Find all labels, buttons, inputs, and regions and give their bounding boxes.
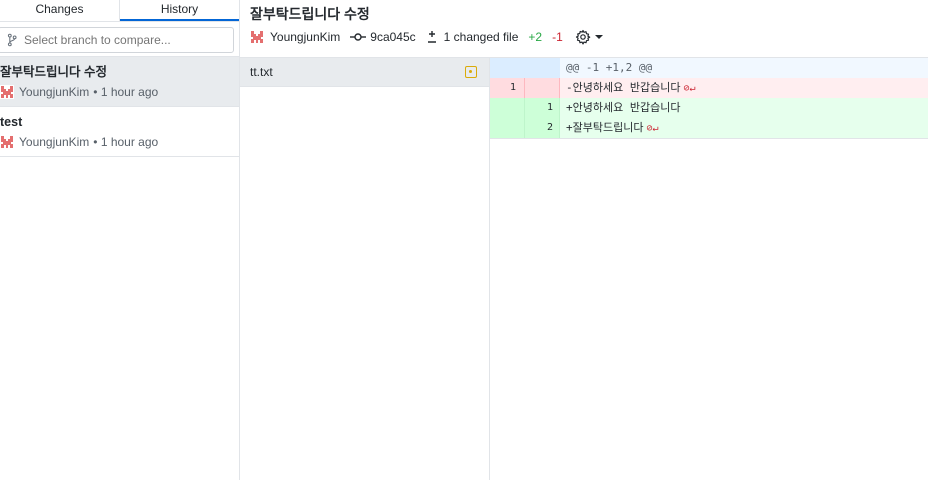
commit-icon xyxy=(350,33,367,41)
no-newline-icon: ⊘↵ xyxy=(683,83,696,94)
diff-view: @@ -1 +1,2 @@ 1 -안녕하세요 반갑습니다 ⊘↵ 1 +안녕하세요 … xyxy=(490,58,928,480)
chevron-down-icon xyxy=(594,35,603,39)
commit-summary: test xyxy=(0,115,23,129)
compare-branch-box[interactable] xyxy=(0,27,234,53)
commit-sha[interactable]: 9ca045c xyxy=(370,30,415,44)
commit-title: 잘부탁드립니다 수정 xyxy=(250,6,370,22)
app-window: Changes History 잘부탁드립니다 수정 xyxy=(0,0,928,480)
file-modified-icon xyxy=(465,66,477,78)
diff-line-added[interactable]: 2 +잘부탁드립니다 ⊘↵ xyxy=(490,118,928,138)
old-line-number xyxy=(490,58,525,78)
gear-icon xyxy=(575,29,591,45)
commit-list-item[interactable]: test YoungjunKim • 1 hour ago xyxy=(0,107,239,157)
new-line-number: 1 xyxy=(525,98,560,118)
new-line-number xyxy=(525,78,560,98)
diff-hunk-header: @@ -1 +1,2 @@ xyxy=(490,58,928,78)
commit-summary: 잘부탁드립니다 수정 xyxy=(0,65,107,79)
deletions-count: -1 xyxy=(552,30,563,44)
additions-count: +2 xyxy=(528,30,543,44)
diff-line-text: +잘부탁드립니다 ⊘↵ xyxy=(566,121,659,134)
commit-header: 잘부탁드립니다 수정 YoungjunKim 9ca045c 1 changed… xyxy=(240,0,928,58)
diff-line-added[interactable]: 1 +안녕하세요 반갑습니다 xyxy=(490,98,928,118)
compare-branch-area xyxy=(0,22,239,57)
commit-author: YoungjunKim xyxy=(19,85,90,99)
commit-time: • 1 hour ago xyxy=(93,85,159,99)
changed-files-count: 1 changed file xyxy=(443,30,519,44)
tab-changes[interactable]: Changes xyxy=(0,0,120,21)
new-line-number xyxy=(525,58,560,78)
sidebar-tabs: Changes History xyxy=(0,0,239,22)
commit-list-item[interactable]: 잘부탁드립니다 수정 YoungjunKim • 1 hour ago xyxy=(0,57,239,107)
diff-line-deleted[interactable]: 1 -안녕하세요 반갑습니다 ⊘↵ xyxy=(490,78,928,98)
diff-line-text: -안녕하세요 반갑습니다 ⊘↵ xyxy=(566,81,696,94)
commit-meta: YoungjunKim • 1 hour ago xyxy=(0,85,239,99)
file-list-item[interactable]: tt.txt xyxy=(240,58,489,87)
avatar-icon xyxy=(250,30,264,44)
avatar-icon xyxy=(0,85,14,99)
tab-history[interactable]: History xyxy=(120,0,239,21)
no-newline-icon: ⊘↵ xyxy=(646,123,659,134)
avatar-icon xyxy=(0,135,14,149)
commit-author: YoungjunKim xyxy=(19,135,90,149)
diff-line-text: +안녕하세요 반갑습니다 xyxy=(566,101,681,114)
diff-icon xyxy=(427,31,436,43)
branch-icon xyxy=(7,33,17,47)
new-line-number: 2 xyxy=(525,118,560,138)
old-line-number xyxy=(490,118,525,138)
history-sidebar: Changes History 잘부탁드립니다 수정 xyxy=(0,0,240,480)
commit-meta-row: YoungjunKim 9ca045c 1 changed file +2 -1 xyxy=(250,29,603,45)
file-name: tt.txt xyxy=(250,65,273,79)
old-line-number xyxy=(490,98,525,118)
diff-options-button[interactable] xyxy=(575,29,603,45)
old-line-number: 1 xyxy=(490,78,525,98)
compare-branch-input[interactable] xyxy=(24,33,224,47)
commit-meta: YoungjunKim • 1 hour ago xyxy=(0,135,239,149)
commit-time: • 1 hour ago xyxy=(93,135,159,149)
commit-author: YoungjunKim xyxy=(270,30,341,44)
diff-end-divider xyxy=(490,138,928,139)
changed-files-list: tt.txt xyxy=(240,58,490,480)
hunk-text: @@ -1 +1,2 @@ xyxy=(566,61,653,74)
